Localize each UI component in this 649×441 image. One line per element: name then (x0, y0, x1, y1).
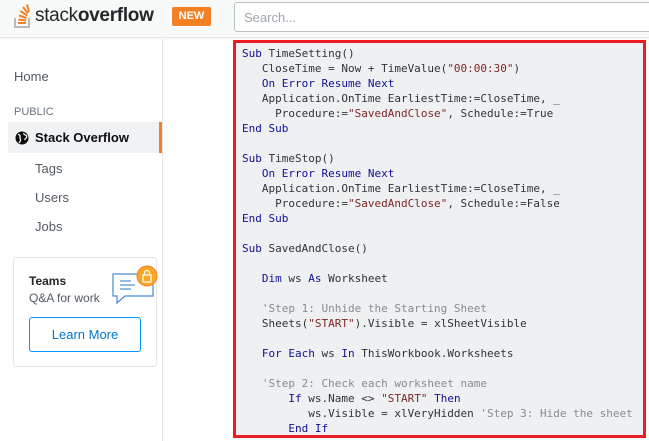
code-token: Sub (242, 242, 262, 255)
code-token: , Schedule:=False (447, 197, 560, 210)
code-token: TimeSetting() (261, 47, 355, 60)
code-token: 'Step 2: Check each worksheet name (242, 377, 488, 390)
code-token: "00:00:30" (447, 62, 514, 75)
code-token: Procedure:= (242, 107, 348, 120)
code-token: As (308, 272, 322, 285)
stack-overflow-logo[interactable]: stackoverflow (14, 4, 154, 28)
globe-icon (15, 131, 29, 144)
code-token: Procedure:= (242, 197, 348, 210)
code-token: Sub (242, 47, 262, 60)
code-token: Then (427, 392, 461, 405)
code-token: End Sub (242, 122, 289, 135)
chat-lock-icon (112, 265, 158, 305)
new-badge[interactable]: NEW (172, 7, 211, 26)
teams-title: Teams (29, 274, 67, 288)
code-line: Procedure:="SavedAndClose", Schedule:=Fa… (242, 196, 643, 211)
code-line: Sheets("START").Visible = xlSheetVisible (242, 316, 643, 331)
code-line: On Error Resume Next (242, 166, 643, 181)
code-token: CloseTime = Now + TimeValue( (242, 62, 448, 75)
code-token: ws.Visible = xlVeryHidden (242, 407, 481, 420)
code-token: Application.OnTime EarliestTime:=CloseTi… (242, 182, 560, 195)
code-line: If ws.Name <> "START" Then (242, 391, 643, 406)
code-token: Application.OnTime EarliestTime:=CloseTi… (242, 92, 560, 105)
code-token: Worksheet (321, 272, 388, 285)
code-line: Procedure:="SavedAndClose", Schedule:=Tr… (242, 106, 643, 121)
code-block: Sub TimeSetting() CloseTime = Now + Time… (233, 40, 646, 438)
code-line: Sub TimeStop() (242, 151, 643, 166)
code-token: ThisWorkbook.Worksheets (354, 347, 514, 360)
code-line: ws.Visible = xlVeryHidden 'Step 3: Hide … (242, 406, 643, 421)
sidebar-item-stack-overflow[interactable]: Stack Overflow (8, 122, 162, 153)
code-line: CloseTime = Now + TimeValue("00:00:30") (242, 61, 643, 76)
code-token: "START" (308, 317, 355, 330)
code-token: For Each (242, 347, 315, 360)
sidebar-item-home[interactable]: Home (14, 69, 49, 84)
code-token: Dim (242, 272, 282, 285)
code-token: On Error Resume Next (242, 77, 395, 90)
code-token: ws (314, 347, 342, 360)
code-token: , Schedule:=True (447, 107, 554, 120)
top-bar: stackoverflow NEW Search... (0, 0, 649, 38)
code-line: On Error Resume Next (242, 76, 643, 91)
sidebar-item-tags[interactable]: Tags (35, 161, 62, 176)
code-token: "SavedAndClose" (347, 107, 448, 120)
code-token: In (341, 347, 355, 360)
code-token: 'Step 1: Unhide the Starting Sheet (242, 302, 488, 315)
code-token: ) (513, 62, 521, 75)
code-line: Application.OnTime EarliestTime:=CloseTi… (242, 91, 643, 106)
code-line: 'Step 2: Check each worksheet name (242, 376, 643, 391)
stack-logo-icon (14, 4, 30, 28)
code-token: If (242, 392, 302, 405)
code-token: End If (242, 422, 329, 435)
code-token: Sheets( (242, 317, 309, 330)
code-token: Sub (242, 152, 262, 165)
sidebar-item-label: Stack Overflow (35, 130, 129, 145)
search-input[interactable]: Search... (234, 2, 649, 32)
code-line: End Sub (242, 121, 643, 136)
sidebar-section-public: PUBLIC (14, 106, 54, 118)
code-token: ws (281, 272, 309, 285)
code-line: Sub SavedAndClose() (242, 241, 643, 256)
code-line: 'Step 1: Unhide the Starting Sheet (242, 301, 643, 316)
code-token: ).Visible = xlSheetVisible (354, 317, 527, 330)
teams-subtitle: Q&A for work (29, 291, 100, 305)
code-token: SavedAndClose() (261, 242, 368, 255)
left-sidebar (0, 39, 163, 441)
code-line: Dim ws As Worksheet (242, 271, 643, 286)
logo-text: stackoverflow (35, 5, 154, 26)
code-token: 'Step 3: Hide the sheet (480, 407, 633, 420)
code-token: "SavedAndClose" (347, 197, 448, 210)
code-token: ws.Name <> (301, 392, 382, 405)
code-line: Sub TimeSetting() (242, 46, 643, 61)
teams-promo-card: Teams Q&A for work Learn More (13, 257, 158, 367)
code-token: "START" (381, 392, 428, 405)
code-line: End If (242, 421, 643, 435)
code-token: End Sub (242, 212, 289, 225)
sidebar-item-users[interactable]: Users (35, 190, 69, 205)
code-token: On Error Resume Next (242, 167, 395, 180)
learn-more-button[interactable]: Learn More (29, 317, 141, 352)
code-token: TimeStop() (261, 152, 335, 165)
code-line: End Sub (242, 211, 643, 226)
code-line: Application.OnTime EarliestTime:=CloseTi… (242, 181, 643, 196)
code-line: For Each ws In ThisWorkbook.Worksheets (242, 346, 643, 361)
sidebar-item-jobs[interactable]: Jobs (35, 219, 62, 234)
